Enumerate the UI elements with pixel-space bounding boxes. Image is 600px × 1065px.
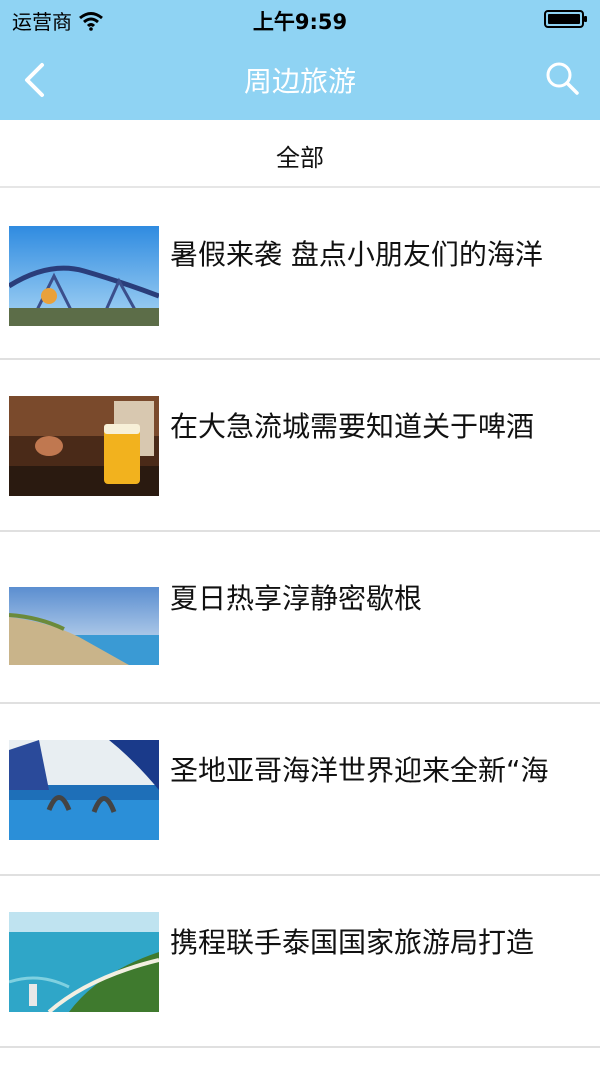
battery-icon <box>544 10 587 28</box>
article-title: 夏日热享淳静密歇根 <box>170 582 423 615</box>
article-thumbnail <box>9 396 159 496</box>
status-time: 上午9:59 <box>252 10 348 34</box>
article-item[interactable]: 携程联手泰国国家旅游局打造 <box>0 876 600 1048</box>
article-title: 圣地亚哥海洋世界迎来全新“海 <box>170 754 549 787</box>
article-title: 暑假来袭 盘点小朋友们的海洋 <box>170 238 543 271</box>
article-item[interactable]: 夏日热享淳静密歇根 <box>0 532 600 704</box>
top-bar: 运营商 上午9:59 周边旅游 <box>0 0 600 120</box>
article-title: 携程联手泰国国家旅游局打造 <box>170 926 535 959</box>
article-thumbnail <box>9 226 159 326</box>
search-icon[interactable] <box>544 60 580 96</box>
article-thumbnail <box>9 740 159 840</box>
article-thumbnail <box>9 912 159 1012</box>
nav-bar: 周边旅游 <box>0 40 600 120</box>
category-filter[interactable]: 全部 <box>0 120 600 188</box>
article-list: 暑假来袭 盘点小朋友们的海洋 在大急流城需要知道关于啤酒 夏日热享淳静密歇根 圣… <box>0 188 600 1048</box>
article-title: 在大急流城需要知道关于啤酒 <box>170 410 535 443</box>
article-item[interactable]: 圣地亚哥海洋世界迎来全新“海 <box>0 704 600 876</box>
status-bar: 运营商 上午9:59 <box>0 0 600 40</box>
page-title: 周边旅游 <box>243 65 356 98</box>
article-item[interactable]: 暑假来袭 盘点小朋友们的海洋 <box>0 188 600 360</box>
article-thumbnail <box>9 587 159 665</box>
article-item[interactable]: 在大急流城需要知道关于啤酒 <box>0 360 600 532</box>
category-filter-label: 全部 <box>276 144 324 172</box>
